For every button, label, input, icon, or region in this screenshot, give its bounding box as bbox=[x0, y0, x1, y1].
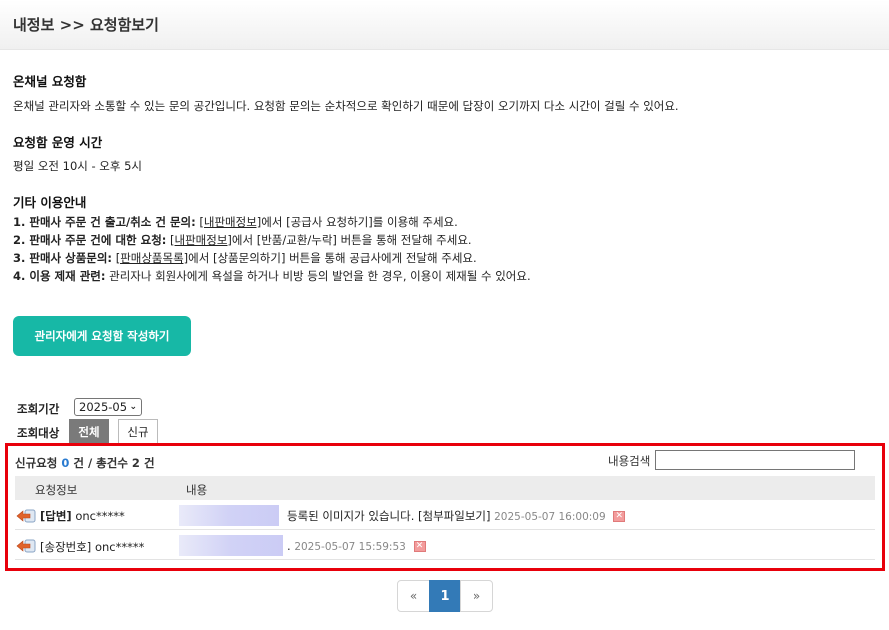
guide-item-label: 3. 판매사 상품문의: bbox=[13, 251, 113, 265]
page-title: 내정보 >> 요청함보기 bbox=[13, 16, 159, 34]
pagination-page-1[interactable]: 1 bbox=[429, 580, 461, 612]
request-timestamp: 2025-05-07 16:00:09 bbox=[494, 511, 606, 523]
guide-title: 기타 이용안내 bbox=[13, 195, 87, 210]
tab-all[interactable]: 전체 bbox=[69, 419, 109, 444]
guide-item-text: 관리자나 회원사에게 욕설을 하거나 비방 등의 발언을 한 경우, 이용이 제… bbox=[109, 269, 531, 283]
guide-item-3: 3. 판매사 상품문의: [판매상품목록]에서 [상품문의하기] 버튼을 통해 … bbox=[13, 250, 477, 266]
period-label: 조회기간 bbox=[17, 402, 60, 416]
guide-item-label: 4. 이용 제재 관련: bbox=[13, 269, 106, 283]
my-sales-info-link[interactable]: [내판매정보] bbox=[199, 215, 261, 229]
period-select[interactable]: 2025-05 ⌄ bbox=[74, 398, 142, 416]
pagination-prev[interactable]: « bbox=[397, 580, 430, 612]
guide-item-text: 에서 [상품문의하기] 버튼을 통해 공급사에게 전달해 주세요. bbox=[188, 251, 477, 265]
guide-item-label: 1. 판매사 주문 건 출고/취소 건 문의: bbox=[13, 215, 196, 229]
total-count: 2 bbox=[131, 456, 140, 470]
count-unit: 건 bbox=[143, 456, 155, 470]
attachment-link[interactable]: [첨부파일보기] bbox=[418, 509, 490, 523]
write-request-button[interactable]: 관리자에게 요청함 작성하기 bbox=[13, 316, 191, 356]
guide-item-text: 에서 [반품/교환/누락] 버튼을 통해 전달해 주세요. bbox=[231, 233, 472, 247]
request-content: 등록된 이미지가 있습니다. [첨부파일보기] 2025-05-07 16:00… bbox=[287, 508, 626, 524]
count-unit-total-label: 건 / 총건수 bbox=[73, 456, 128, 470]
column-header-content: 내용 bbox=[186, 483, 208, 497]
table-header bbox=[15, 476, 875, 500]
my-sales-info-link[interactable]: [내판매정보] bbox=[170, 233, 232, 247]
request-type: [송장번호] bbox=[40, 540, 92, 554]
pagination-next[interactable]: » bbox=[460, 580, 493, 612]
request-info: [송장번호] onc***** bbox=[40, 539, 144, 555]
request-user: onc***** bbox=[94, 540, 145, 554]
target-label: 조회대상 bbox=[17, 426, 60, 440]
request-content: . 2025-05-07 15:59:53 ✕ bbox=[287, 539, 426, 553]
request-count-summary: 신규요청 0 건 / 총건수 2 건 bbox=[15, 455, 155, 471]
reply-arrow-icon bbox=[16, 509, 36, 523]
delete-x-icon[interactable]: ✕ bbox=[413, 541, 426, 552]
intro-text: 온채널 관리자와 소통할 수 있는 문의 공간입니다. 요청함 문의는 순차적으… bbox=[13, 99, 679, 113]
new-request-count: 0 bbox=[61, 456, 70, 470]
guide-item-2: 2. 판매사 주문 건에 대한 요청: [내판매정보]에서 [반품/교환/누락]… bbox=[13, 232, 472, 248]
delete-x-icon[interactable]: ✕ bbox=[613, 511, 626, 522]
guide-item-text: 에서 [공급사 요청하기]를 이용해 주세요. bbox=[261, 215, 458, 229]
chevron-down-icon: ⌄ bbox=[129, 402, 137, 412]
intro-title: 온채널 요청함 bbox=[13, 74, 87, 89]
page-header: 내정보 >> 요청함보기 bbox=[0, 0, 889, 50]
request-type: [답변] bbox=[40, 509, 72, 523]
reply-arrow-icon bbox=[16, 539, 36, 553]
tab-new[interactable]: 신규 bbox=[118, 419, 158, 444]
content-search-label: 내용검색 bbox=[608, 454, 651, 468]
request-user: onc***** bbox=[75, 509, 125, 523]
guide-item-label: 2. 판매사 주문 건에 대한 요청: bbox=[13, 233, 167, 247]
column-header-request-info: 요청정보 bbox=[35, 483, 78, 497]
redacted-content-image bbox=[179, 505, 279, 526]
period-select-value: 2025-05 bbox=[79, 400, 128, 414]
content-search-input[interactable] bbox=[655, 450, 855, 470]
request-info: [답변] onc***** bbox=[40, 508, 125, 524]
hours-text: 평일 오전 10시 - 오후 5시 bbox=[13, 159, 143, 173]
guide-item-4: 4. 이용 제재 관련: 관리자나 회원사에게 욕설을 하거나 비방 등의 발언… bbox=[13, 268, 531, 284]
content-text: 등록된 이미지가 있습니다. bbox=[287, 509, 415, 523]
hours-title: 요청함 운영 시간 bbox=[13, 135, 103, 150]
content-text: . bbox=[287, 539, 291, 553]
new-request-label: 신규요청 bbox=[15, 456, 58, 470]
guide-item-1: 1. 판매사 주문 건 출고/취소 건 문의: [내판매정보]에서 [공급사 요… bbox=[13, 214, 458, 230]
request-timestamp: 2025-05-07 15:59:53 bbox=[294, 541, 406, 553]
sales-product-list-link[interactable]: [판매상품목록] bbox=[116, 251, 188, 265]
redacted-content-image bbox=[179, 535, 283, 556]
